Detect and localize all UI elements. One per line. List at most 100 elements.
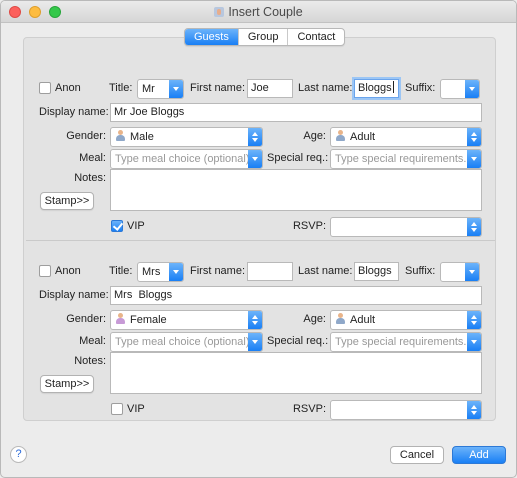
rsvp-select[interactable]: [330, 400, 482, 420]
vip-label: VIP: [127, 403, 145, 415]
guest-divider: [26, 240, 495, 241]
special-req-placeholder: Type special requirements...: [335, 153, 473, 165]
display-name-field[interactable]: Mrs Bloggs: [110, 286, 482, 305]
special-req-combo[interactable]: Type special requirements...: [330, 332, 482, 352]
stepper-arrows-icon: [467, 311, 481, 329]
meal-placeholder: Type meal choice (optional): [115, 336, 250, 348]
anon-label: Anon: [55, 82, 81, 94]
age-value: Adult: [350, 131, 376, 143]
gender-value: Male: [130, 131, 154, 143]
chevron-down-icon: [248, 333, 262, 351]
notes-label: Notes:: [74, 355, 106, 367]
add-button[interactable]: Add: [452, 446, 506, 464]
tab-contact[interactable]: Contact: [288, 29, 344, 45]
guest-1-section: Anon Title: Mr First name: Joe Last name…: [24, 66, 497, 246]
age-select[interactable]: Adult: [330, 310, 482, 330]
special-req-placeholder: Type special requirements...: [335, 336, 473, 348]
last-name-value: Bloggs: [358, 82, 392, 94]
title-value: Mr: [142, 83, 155, 95]
chevron-down-icon: [169, 263, 183, 281]
stepper-arrows-icon: [248, 128, 262, 146]
rsvp-select[interactable]: [330, 217, 482, 237]
chevron-down-icon: [467, 333, 481, 351]
display-name-value: Mrs Bloggs: [114, 289, 173, 301]
last-name-label: Last name:: [298, 82, 353, 94]
rsvp-label: RSVP:: [292, 220, 326, 232]
notes-textarea[interactable]: [110, 169, 482, 211]
last-name-value: Bloggs: [358, 265, 392, 277]
meal-placeholder: Type meal choice (optional): [115, 153, 250, 165]
display-name-label: Display name:: [39, 106, 109, 118]
stepper-arrows-icon: [248, 311, 262, 329]
section-tabs: Guests Group Contact: [184, 28, 346, 46]
notes-label: Notes:: [74, 172, 106, 184]
title-label: Title:: [109, 82, 133, 94]
display-name-field[interactable]: Mr Joe Bloggs: [110, 103, 482, 122]
text-cursor: [392, 81, 394, 93]
anon-checkbox[interactable]: [39, 82, 51, 94]
title-select[interactable]: Mr: [137, 79, 184, 99]
suffix-label: Suffix:: [405, 82, 436, 94]
gender-label: Gender:: [66, 313, 106, 325]
window-title: Insert Couple: [228, 5, 303, 19]
title-bar: Insert Couple: [1, 1, 516, 23]
guests-group-box: Anon Title: Mr First name: Joe Last name…: [23, 37, 496, 421]
notes-textarea[interactable]: [110, 352, 482, 394]
first-name-label: First name:: [190, 265, 246, 277]
last-name-field[interactable]: Bloggs: [354, 79, 399, 98]
gender-label: Gender:: [66, 130, 106, 142]
gender-select[interactable]: Male: [110, 127, 263, 147]
vip-checkbox[interactable]: [111, 220, 123, 232]
tab-guests[interactable]: Guests: [185, 29, 239, 45]
male-person-icon: [115, 130, 126, 142]
gender-select[interactable]: Female: [110, 310, 263, 330]
window-title-area: Insert Couple: [1, 5, 516, 19]
gender-value: Female: [130, 314, 167, 326]
special-req-combo[interactable]: Type special requirements...: [330, 149, 482, 169]
special-req-label: Special req.:: [267, 152, 329, 164]
first-name-field[interactable]: [247, 262, 293, 281]
meal-label: Meal:: [79, 152, 106, 164]
age-select[interactable]: Adult: [330, 127, 482, 147]
stamp-button[interactable]: Stamp>>: [40, 192, 94, 210]
chevron-down-icon: [465, 80, 479, 98]
anon-label: Anon: [55, 265, 81, 277]
title-value: Mrs: [142, 266, 161, 278]
last-name-field[interactable]: Bloggs: [354, 262, 399, 281]
special-req-label: Special req.:: [267, 335, 329, 347]
age-label: Age:: [303, 130, 326, 142]
suffix-select[interactable]: [440, 79, 480, 99]
help-button[interactable]: ?: [10, 446, 27, 463]
title-select[interactable]: Mrs: [137, 262, 184, 282]
first-name-value: Joe: [251, 82, 269, 94]
last-name-label: Last name:: [298, 265, 353, 277]
adult-person-icon: [335, 130, 346, 142]
couple-icon: [214, 7, 225, 17]
display-name-label: Display name:: [39, 289, 109, 301]
stepper-arrows-icon: [467, 401, 481, 419]
first-name-field[interactable]: Joe: [247, 79, 293, 98]
meal-combo[interactable]: Type meal choice (optional): [110, 332, 263, 352]
anon-checkbox[interactable]: [39, 265, 51, 277]
stepper-arrows-icon: [467, 218, 481, 236]
cancel-button[interactable]: Cancel: [390, 446, 444, 464]
suffix-label: Suffix:: [405, 265, 436, 277]
title-label: Title:: [109, 265, 133, 277]
guest-2-section: Anon Title: Mrs First name: Last name: B…: [24, 249, 497, 429]
vip-label: VIP: [127, 220, 145, 232]
meal-label: Meal:: [79, 335, 106, 347]
stepper-arrows-icon: [467, 128, 481, 146]
chevron-down-icon: [465, 263, 479, 281]
age-value: Adult: [350, 314, 376, 326]
insert-couple-window: Insert Couple Anon Title: Mr First name:…: [0, 0, 517, 478]
chevron-down-icon: [169, 80, 183, 98]
adult-person-icon: [335, 313, 346, 325]
chevron-down-icon: [248, 150, 262, 168]
rsvp-label: RSVP:: [292, 403, 326, 415]
vip-checkbox[interactable]: [111, 403, 123, 415]
display-name-value: Mr Joe Bloggs: [114, 106, 185, 118]
stamp-button[interactable]: Stamp>>: [40, 375, 94, 393]
suffix-select[interactable]: [440, 262, 480, 282]
tab-group[interactable]: Group: [239, 29, 289, 45]
meal-combo[interactable]: Type meal choice (optional): [110, 149, 263, 169]
